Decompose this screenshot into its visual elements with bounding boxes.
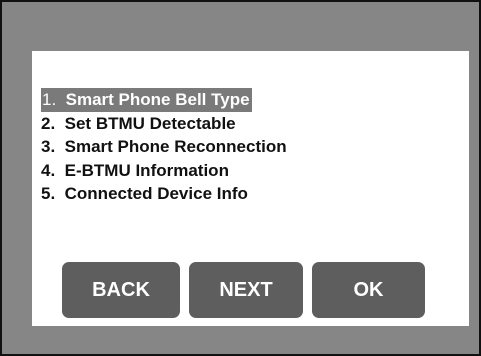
menu-row-2: 2. Set BTMU Detectable [41, 112, 287, 136]
menu-row-5: 5. Connected Device Info [41, 182, 287, 206]
menu-item-label: Smart Phone Bell Type [65, 90, 250, 109]
menu-item-number: 5. [41, 184, 60, 203]
menu-item-label: Set BTMU Detectable [64, 113, 236, 133]
menu-item-number: 3. [41, 137, 60, 156]
menu-row-3: 3. Smart Phone Reconnection [41, 135, 287, 159]
menu-row-4: 4. E-BTMU Information [41, 159, 287, 183]
menu-item-number: 1. [42, 90, 61, 109]
settings-menu-list: 1. Smart Phone Bell Type 2. Set BTMU Det… [41, 88, 287, 206]
menu-item-number: 4. [41, 160, 60, 180]
menu-item-label: E-BTMU Information [64, 160, 229, 180]
menu-item-label: Connected Device Info [64, 184, 248, 203]
next-button[interactable]: NEXT [189, 262, 303, 318]
menu-item-connected-device-info[interactable]: 5. Connected Device Info [41, 184, 248, 203]
menu-item-smart-phone-bell-type[interactable]: 1. Smart Phone Bell Type [41, 88, 252, 112]
menu-item-e-btmu-information[interactable]: 4. E-BTMU Information [41, 161, 229, 180]
device-screen: 1. Smart Phone Bell Type 2. Set BTMU Det… [0, 0, 481, 356]
menu-row-1: 1. Smart Phone Bell Type [41, 88, 287, 112]
menu-item-set-btmu-detectable[interactable]: 2. Set BTMU Detectable [41, 114, 236, 133]
menu-item-number: 2. [41, 113, 60, 133]
menu-item-smart-phone-reconnection[interactable]: 3. Smart Phone Reconnection [41, 137, 287, 156]
menu-item-label: Smart Phone Reconnection [64, 137, 287, 156]
ok-button[interactable]: OK [312, 262, 425, 318]
back-button[interactable]: BACK [62, 262, 180, 318]
settings-menu-dialog: 1. Smart Phone Bell Type 2. Set BTMU Det… [32, 51, 469, 326]
